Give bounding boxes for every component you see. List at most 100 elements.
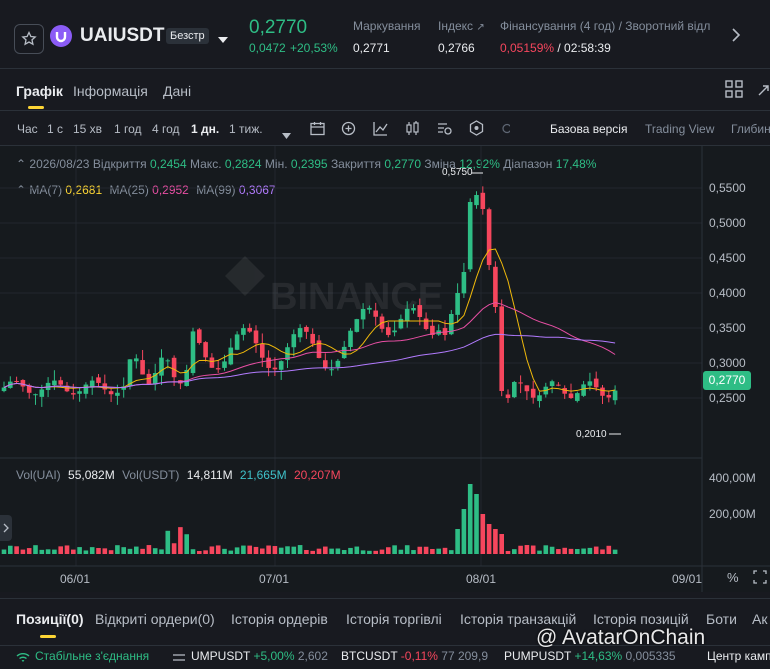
- volume-bar: [146, 545, 152, 554]
- candle-body: [335, 360, 341, 367]
- interval-15m[interactable]: 15 хв: [73, 122, 102, 136]
- candle-body: [600, 387, 605, 396]
- tab-open-orders[interactable]: Відкриті ордери(0): [95, 611, 215, 627]
- volume-bar: [58, 546, 63, 554]
- candle-body: [96, 377, 101, 383]
- candles-icon[interactable]: [405, 121, 420, 141]
- symbol-dropdown-icon[interactable]: [218, 31, 228, 49]
- volume-bar: [549, 546, 555, 554]
- active-tab-indicator: [40, 635, 56, 638]
- candle-body: [291, 334, 297, 348]
- more-options-icon[interactable]: [500, 121, 512, 141]
- candle-body: [367, 307, 372, 310]
- candle-body: [398, 318, 404, 329]
- chevron-right-icon[interactable]: [731, 28, 741, 47]
- tab-data[interactable]: Дані: [163, 83, 191, 99]
- line-chart-icon[interactable]: [373, 121, 388, 141]
- tab-info[interactable]: Інформація: [73, 83, 148, 99]
- volume-bar: [411, 550, 416, 554]
- tab-position-history[interactable]: Історія позицій: [593, 611, 689, 627]
- candle-body: [234, 334, 240, 350]
- volume-bar: [354, 546, 360, 554]
- expand-icon[interactable]: [758, 82, 770, 101]
- date-tick: 08/01: [466, 572, 497, 586]
- price-change-abs: 0,0472: [249, 41, 286, 55]
- volume-bar: [581, 548, 586, 554]
- volume-bar: [178, 527, 183, 554]
- vol-ma1: 21,665M: [239, 468, 287, 482]
- candle-body: [33, 394, 38, 396]
- tab-positions[interactable]: Позиції(0): [16, 611, 84, 627]
- screenshot-settings-icon[interactable]: [437, 121, 452, 141]
- volume-bar: [108, 550, 114, 554]
- candle-body: [297, 328, 303, 338]
- depth-hexagon-icon[interactable]: [469, 120, 484, 141]
- volume-bar: [215, 545, 221, 554]
- volume-bar: [612, 549, 618, 554]
- vol-uai: 55,082M: [68, 468, 115, 482]
- tab-transaction-history[interactable]: Історія транзакцій: [460, 611, 576, 627]
- view-basic[interactable]: Базова версія: [550, 122, 627, 136]
- add-indicator-icon[interactable]: [341, 121, 356, 141]
- candle-body: [587, 381, 593, 386]
- layout-grid-icon[interactable]: [725, 80, 743, 103]
- view-depth[interactable]: Глибин: [731, 122, 770, 136]
- interval-4h[interactable]: 4 год: [152, 122, 180, 136]
- candle-body: [480, 192, 486, 209]
- ticker-item[interactable]: PUMPUSDT +14,63% 0,005335: [504, 649, 676, 663]
- candle-body: [612, 390, 618, 401]
- candle-body: [512, 381, 517, 398]
- volume-bar: [556, 549, 561, 554]
- volume-bar: [272, 546, 278, 554]
- mark-price-label: Маркування: [353, 19, 421, 33]
- volume-bar: [537, 550, 542, 554]
- volume-bar: [360, 550, 366, 554]
- volume-bar: [121, 547, 126, 554]
- candle-body: [159, 357, 164, 376]
- view-tradingview[interactable]: Trading View: [645, 122, 714, 136]
- side-panel-toggle[interactable]: [0, 515, 12, 541]
- candlestick-chart[interactable]: BINANCE 0,5750 0,2010: [0, 146, 770, 592]
- ticker-item[interactable]: UMPUSDT +5,00% 2,602: [191, 649, 328, 663]
- favorite-star-icon[interactable]: [14, 24, 44, 54]
- reset-zoom-icon[interactable]: [753, 570, 767, 589]
- interval-dropdown-icon[interactable]: [282, 126, 291, 144]
- volume-bar: [260, 548, 265, 554]
- interval-1s[interactable]: 1 с: [47, 122, 63, 136]
- candle-body: [360, 308, 366, 320]
- volume-bar: [499, 534, 504, 554]
- candle-body: [14, 380, 19, 382]
- symbol-title[interactable]: UAIUSDT: [80, 25, 164, 47]
- interval-1d[interactable]: 1 дн.: [191, 122, 219, 136]
- tab-bots[interactable]: Боти: [706, 611, 737, 627]
- candle-body: [392, 330, 397, 333]
- percent-scale-icon[interactable]: %: [727, 570, 739, 585]
- mark-price-value: 0,2771: [353, 41, 390, 55]
- volume-bar: [304, 549, 309, 554]
- candle-body: [52, 380, 57, 386]
- interval-1h[interactable]: 1 год: [114, 122, 142, 136]
- volume-bar: [45, 549, 51, 554]
- interval-1w[interactable]: 1 тиж.: [229, 122, 263, 136]
- volume-bar: [134, 546, 139, 554]
- price-tick: 0,4000: [709, 286, 746, 300]
- date-tick: 06/01: [60, 572, 91, 586]
- campaign-center-link[interactable]: Центр камп: [707, 649, 770, 663]
- index-price-value: 0,2766: [438, 41, 475, 55]
- volume-bar: [165, 530, 171, 554]
- volume-bar: [417, 546, 423, 554]
- tab-more[interactable]: Ак: [752, 611, 767, 627]
- vol-usdt: 14,811M: [186, 468, 233, 482]
- tab-order-history[interactable]: Історія ордерів: [231, 611, 328, 627]
- volume-bar: [461, 509, 467, 554]
- volume-bar: [39, 549, 45, 554]
- volume-bar: [398, 549, 404, 554]
- candle-body: [20, 380, 26, 387]
- tab-trade-history[interactable]: Історія торгівлі: [346, 611, 442, 627]
- volume-bar: [190, 549, 196, 554]
- candle-body: [228, 347, 234, 365]
- tab-chart[interactable]: Графік: [16, 83, 63, 99]
- calendar-icon[interactable]: [310, 121, 325, 141]
- ticker-item[interactable]: BTCUSDT -0,11% 77 209,9: [341, 649, 488, 663]
- interval-time[interactable]: Час: [17, 122, 38, 136]
